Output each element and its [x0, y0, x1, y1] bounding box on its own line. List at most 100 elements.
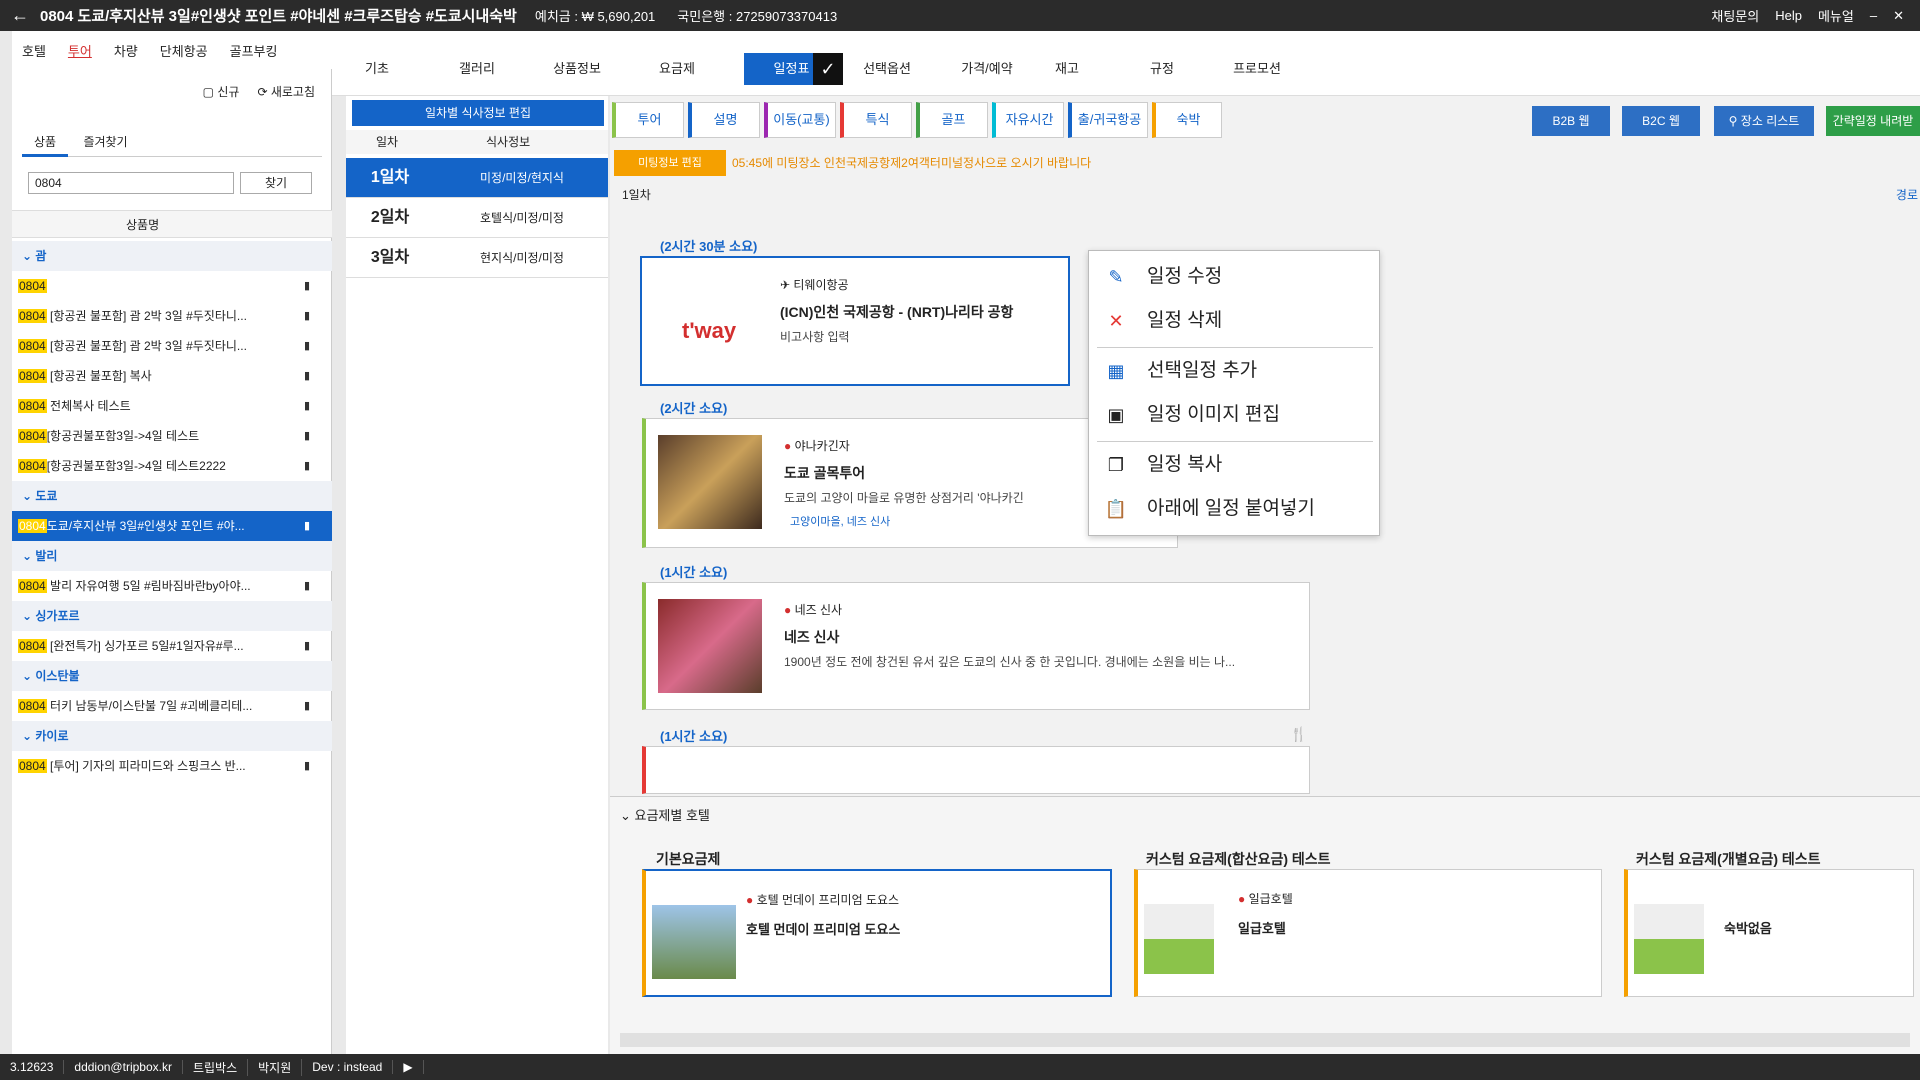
list-item[interactable]: 0804 ▮: [12, 271, 332, 301]
hotel-card[interactable]: ● 일급호텔 일급호텔: [1134, 869, 1602, 997]
menu-paste-below[interactable]: 📋 아래에 일정 붙여넣기: [1089, 487, 1381, 531]
tab-favorites[interactable]: 즐겨찾기: [71, 131, 139, 157]
bookmark-icon[interactable]: ▮: [304, 751, 310, 781]
help-button[interactable]: Help: [1775, 8, 1802, 23]
group-header[interactable]: ⌄ 이스탄불: [12, 661, 332, 691]
bookmark-icon[interactable]: ▮: [304, 301, 310, 331]
list-item[interactable]: 0804 발리 자유여행 5일 #림바짐바란by아야... ▮: [12, 571, 332, 601]
list-item[interactable]: 0804[항공권불포함3일->4일 테스트 ▮: [12, 421, 332, 451]
cat-transport[interactable]: 이동(교통): [764, 102, 836, 138]
group-header[interactable]: ⌄ 카이로: [12, 721, 332, 751]
day-label: 2일차: [370, 209, 410, 226]
close-icon: ✕: [1108, 311, 1124, 331]
cat-lodging[interactable]: 숙박: [1152, 102, 1222, 138]
meal-edit-button[interactable]: 일차별 식사정보 편집: [352, 100, 604, 126]
schedule-card[interactable]: [642, 746, 1310, 794]
tab-schedule[interactable]: 일정표 ✓: [744, 53, 843, 85]
list-item[interactable]: 0804 전체복사 테스트 ▮: [12, 391, 332, 421]
tab-product-info[interactable]: 상품정보: [532, 53, 622, 85]
group-header[interactable]: ⌄ 괌: [12, 241, 332, 271]
schedule-card[interactable]: ● 네즈 신사 네즈 신사 1900년 정도 전에 창건된 유서 깊은 도쿄의 …: [642, 582, 1310, 710]
list-item[interactable]: 0804 [완전특가] 싱가포르 5일#1일자유#루... ▮: [12, 631, 332, 661]
day-row[interactable]: 1일차 미정/미정/현지식: [346, 158, 608, 198]
menu-copy[interactable]: ❐ 일정 복사: [1089, 443, 1381, 487]
day-row[interactable]: 3일차 현지식/미정/미정: [346, 238, 608, 278]
nav-hotel[interactable]: 호텔: [22, 41, 46, 60]
cat-desc[interactable]: 설명: [688, 102, 760, 138]
play-icon[interactable]: ▶: [393, 1060, 424, 1074]
tab-stock[interactable]: 재고: [1022, 53, 1112, 85]
group-header[interactable]: ⌄ 싱가포르: [12, 601, 332, 631]
manual-button[interactable]: 메뉴얼: [1818, 6, 1854, 25]
menu-edit[interactable]: ✎ 일정 수정: [1089, 255, 1381, 299]
nav-car[interactable]: 차량: [114, 41, 138, 60]
duration: (2시간 소요): [660, 401, 728, 416]
chat-button[interactable]: 채팅문의: [1711, 6, 1759, 25]
bookmark-icon[interactable]: ▮: [304, 511, 310, 541]
meal-info: 현지식/미정/미정: [480, 251, 564, 265]
location-text: 티웨이항공: [793, 278, 849, 292]
list-item[interactable]: 0804[항공권불포함3일->4일 테스트2222 ▮: [12, 451, 332, 481]
nav-golf[interactable]: 골프부킹: [230, 41, 278, 60]
tab-gallery[interactable]: 갤러리: [432, 53, 522, 85]
hotel-card[interactable]: 숙박없음: [1624, 869, 1914, 997]
group-header[interactable]: ⌄ 발리: [12, 541, 332, 571]
hotel-section-title[interactable]: ⌄ 요금제별 호텔: [620, 805, 710, 824]
minimize-button[interactable]: –: [1870, 8, 1877, 23]
bookmark-icon[interactable]: ▮: [304, 331, 310, 361]
bookmark-icon[interactable]: ▮: [304, 571, 310, 601]
bookmark-icon[interactable]: ▮: [304, 361, 310, 391]
keyword-highlight: 0804: [18, 279, 47, 293]
keyword-highlight: 0804: [18, 519, 47, 533]
back-icon[interactable]: ←: [0, 5, 40, 26]
b2c-web-button[interactable]: B2C 웹: [1622, 106, 1700, 136]
day-row[interactable]: 2일차 호텔식/미정/미정: [346, 198, 608, 238]
hotel-card[interactable]: ● 호텔 먼데이 프리미엄 도요스 호텔 먼데이 프리미엄 도요스: [642, 869, 1112, 997]
place-list-button[interactable]: ⚲ 장소 리스트: [1714, 106, 1814, 136]
menu-edit-image[interactable]: ▣ 일정 이미지 편집: [1089, 393, 1381, 437]
menu-label: 일정 이미지 편집: [1147, 404, 1280, 425]
new-button[interactable]: ▢ 신규: [203, 83, 240, 100]
tab-price[interactable]: 가격/예약: [942, 53, 1032, 85]
tab-product[interactable]: 상품: [22, 131, 69, 157]
list-item[interactable]: 0804 [항공권 불포함] 괌 2박 3일 #두짓타니... ▮: [12, 301, 332, 331]
download-button[interactable]: 간략일정 내려받: [1826, 106, 1920, 136]
tab-promotion[interactable]: 프로모션: [1212, 53, 1302, 85]
meeting-edit-button[interactable]: 미팅정보 편집: [614, 150, 726, 176]
schedule-card[interactable]: t'way ✈ 티웨이항공 (ICN)인천 국제공항 - (NRT)나리타 공항…: [640, 256, 1070, 386]
close-button[interactable]: ✕: [1893, 8, 1904, 24]
cat-flight[interactable]: 출/귀국항공: [1068, 102, 1148, 138]
card-tags[interactable]: 고양이마을, 네즈 신사: [790, 513, 890, 529]
list-item[interactable]: 0804 [항공권 불포함] 괌 2박 3일 #두짓타니... ▮: [12, 331, 332, 361]
nav-tour[interactable]: 투어: [68, 41, 92, 60]
menu-delete[interactable]: ✕ 일정 삭제: [1089, 299, 1381, 343]
cat-tour[interactable]: 투어: [612, 102, 684, 138]
bookmark-icon[interactable]: ▮: [304, 271, 310, 301]
tab-basic[interactable]: 기초: [332, 53, 422, 85]
list-item[interactable]: 0804 [항공권 불포함] 복사 ▮: [12, 361, 332, 391]
route-link[interactable]: 경로: [1896, 186, 1918, 203]
search-input[interactable]: 0804: [28, 172, 234, 194]
bookmark-icon[interactable]: ▮: [304, 421, 310, 451]
list-item[interactable]: 0804 [투어] 기자의 피라미드와 스핑크스 반... ▮: [12, 751, 332, 781]
list-item[interactable]: 0804 터키 남동부/이스탄불 7일 #괴베클리테... ▮: [12, 691, 332, 721]
tab-rate[interactable]: 요금제: [632, 53, 722, 85]
bookmark-icon[interactable]: ▮: [304, 451, 310, 481]
duration: (1시간 소요): [660, 729, 728, 744]
bookmark-icon[interactable]: ▮: [304, 391, 310, 421]
cat-golf[interactable]: 골프: [916, 102, 988, 138]
nav-group-air[interactable]: 단체항공: [160, 41, 208, 60]
tab-rules[interactable]: 규정: [1117, 53, 1207, 85]
horizontal-scrollbar[interactable]: [620, 1033, 1910, 1047]
bookmark-icon[interactable]: ▮: [304, 631, 310, 661]
list-item[interactable]: 0804도쿄/후지산뷰 3일#인생샷 포인트 #야... ▮: [12, 511, 332, 541]
menu-add-selected[interactable]: ▦ 선택일정 추가: [1089, 349, 1381, 393]
b2b-web-button[interactable]: B2B 웹: [1532, 106, 1610, 136]
find-button[interactable]: 찾기: [240, 172, 312, 194]
cat-special-meal[interactable]: 특식: [840, 102, 912, 138]
cat-free-time[interactable]: 자유시간: [992, 102, 1064, 138]
bookmark-icon[interactable]: ▮: [304, 691, 310, 721]
group-header[interactable]: ⌄ 도쿄: [12, 481, 332, 511]
refresh-button[interactable]: ⟳ 새로고침: [257, 83, 315, 100]
tab-options[interactable]: 선택옵션: [842, 53, 932, 85]
